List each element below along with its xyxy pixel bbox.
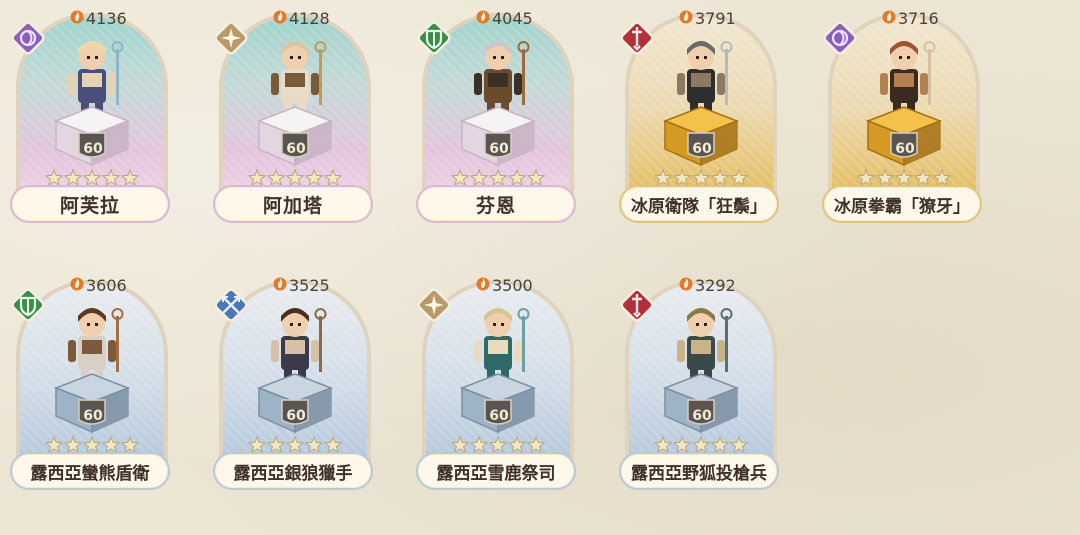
- flame-icon: [882, 8, 898, 28]
- green-shield-icon: [8, 285, 48, 325]
- hero-nameplate: 芬恩: [416, 185, 576, 223]
- red-sword-icon: [617, 18, 657, 58]
- blue-crossed-arrows-icon: [211, 285, 251, 325]
- level-badge: 60: [489, 141, 509, 157]
- level-badge: 60: [895, 141, 915, 157]
- power-score: 4045: [476, 8, 533, 28]
- level-badge: 60: [83, 408, 103, 424]
- hero-name: 露西亞銀狼獵手: [233, 463, 353, 484]
- hero-nameplate: 冰原拳霸「獠牙」: [822, 185, 982, 223]
- level-badge: 60: [286, 408, 306, 424]
- power-value: 3716: [898, 8, 939, 28]
- power-score: 3606: [70, 275, 127, 295]
- level-badge: 60: [692, 141, 712, 157]
- power-value: 3292: [695, 275, 736, 295]
- hero-name: 露西亞蠻熊盾衛: [30, 463, 150, 484]
- hero-nameplate: 阿芙拉: [10, 185, 170, 223]
- hero-card[interactable]: 3292 60 露西亞野狐投槍兵: [617, 272, 787, 494]
- hero-nameplate: 露西亞蠻熊盾衛: [10, 452, 170, 490]
- flame-icon: [679, 8, 695, 28]
- power-value: 4136: [86, 8, 127, 28]
- flame-icon: [476, 275, 492, 295]
- hero-nameplate: 阿加塔: [213, 185, 373, 223]
- power-score: 3500: [476, 275, 533, 295]
- flame-icon: [273, 275, 289, 295]
- hero-name: 露西亞野狐投槍兵: [631, 463, 767, 484]
- power-score: 3525: [273, 275, 330, 295]
- power-value: 3606: [86, 275, 127, 295]
- flame-icon: [476, 8, 492, 28]
- power-value: 3791: [695, 8, 736, 28]
- green-shield-icon: [414, 18, 454, 58]
- power-value: 4128: [289, 8, 330, 28]
- flame-icon: [679, 275, 695, 295]
- hero-card[interactable]: 3525 60 露西亞銀狼獵手: [211, 272, 381, 494]
- red-sword-icon: [617, 285, 657, 325]
- hero-name: 露西亞雪鹿祭司: [436, 463, 556, 484]
- violet-spiral-icon: [8, 18, 48, 58]
- gold-compass-icon: [211, 18, 251, 58]
- hero-card[interactable]: 3791 60 冰原衛隊「狂鬃」: [617, 5, 787, 227]
- hero-card[interactable]: 4045 60 芬恩: [414, 5, 584, 227]
- power-score: 4128: [273, 8, 330, 28]
- power-value: 3500: [492, 275, 533, 295]
- hero-card[interactable]: 3606 60 露西亞蠻熊盾衛: [8, 272, 178, 494]
- hero-name: 阿加塔: [262, 194, 323, 217]
- power-score: 3292: [679, 275, 736, 295]
- level-badge: 60: [83, 141, 103, 157]
- hero-name: 冰原拳霸「獠牙」: [834, 196, 970, 217]
- level-badge: 60: [286, 141, 306, 157]
- hero-card[interactable]: 4136 60 阿芙拉: [8, 5, 178, 227]
- hero-nameplate: 露西亞雪鹿祭司: [416, 452, 576, 490]
- power-value: 4045: [492, 8, 533, 28]
- hero-card[interactable]: 4128 60 阿加塔: [211, 5, 381, 227]
- power-score: 3716: [882, 8, 939, 28]
- hero-name: 阿芙拉: [59, 194, 120, 217]
- flame-icon: [70, 8, 86, 28]
- hero-nameplate: 露西亞銀狼獵手: [213, 452, 373, 490]
- power-score: 3791: [679, 8, 736, 28]
- hero-card[interactable]: 3500 60 露西亞雪鹿祭司: [414, 272, 584, 494]
- hero-name: 冰原衛隊「狂鬃」: [631, 196, 767, 217]
- power-score: 4136: [70, 8, 127, 28]
- violet-spiral-icon: [820, 18, 860, 58]
- hero-nameplate: 露西亞野狐投槍兵: [619, 452, 779, 490]
- hero-name: 芬恩: [475, 194, 516, 217]
- flame-icon: [70, 275, 86, 295]
- power-value: 3525: [289, 275, 330, 295]
- level-badge: 60: [692, 408, 712, 424]
- level-badge: 60: [489, 408, 509, 424]
- hero-nameplate: 冰原衛隊「狂鬃」: [619, 185, 779, 223]
- hero-card[interactable]: 3716 60 冰原拳霸「獠牙」: [820, 5, 990, 227]
- gold-compass-icon: [414, 285, 454, 325]
- flame-icon: [273, 8, 289, 28]
